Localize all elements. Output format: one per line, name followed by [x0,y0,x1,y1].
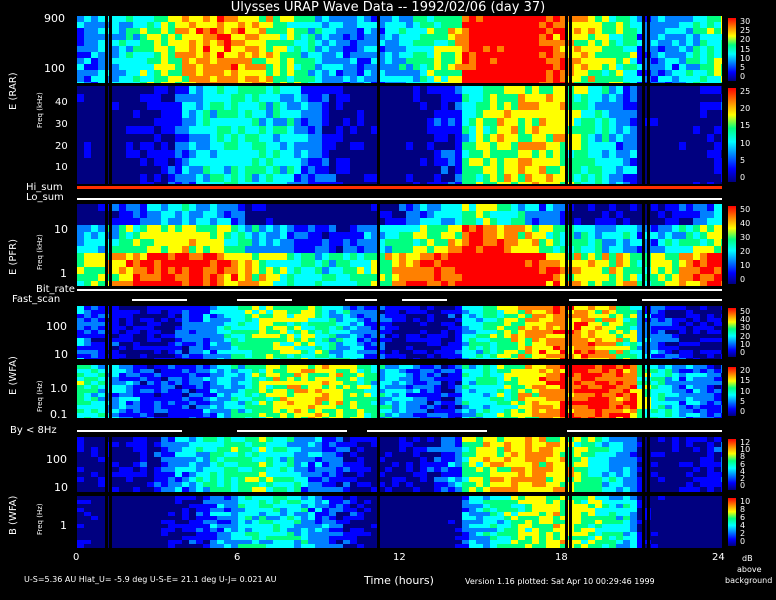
colorbar-tick: 40 [740,219,751,228]
ytick-rar-30: 30 [55,119,68,130]
unit-pfr: Freq (kHz) [36,234,44,270]
colorbar-tick: 25 [740,87,751,96]
lo-sum-bar [77,198,722,200]
colorbar-tick: 5 [740,62,746,72]
label-fast-scan: Fast_scan [12,294,61,305]
ytick-pfr-10: 10 [54,223,68,236]
colorbar-tick: 0 [740,348,746,357]
colorbar-tick: 0 [740,173,746,182]
ytick-bwfa-100: 100 [46,453,67,466]
cb-units-1: dB [742,554,753,563]
colorbar-tick: 5 [740,155,746,165]
panel-pfr [77,204,722,286]
fast-scan-bar [132,299,722,301]
footer-left: U-S=5.36 AU Hlat_U= -5.9 deg U-S-E= 21.1… [24,575,277,584]
spectrogram-bwfa-low [77,496,722,548]
colorbar-tick: 15 [740,44,751,54]
colorbar-pfr [728,206,736,284]
colorbar-tick: 20 [740,35,751,45]
unit-wfa: Freq (Hz) [36,380,44,412]
colorbar-tick: 20 [740,104,751,114]
ytick-rar-100: 100 [44,62,65,75]
ulysses-urap-plot: Ulysses URAP Wave Data -- 1992/02/06 (da… [0,0,776,600]
cb-units-3: background [725,576,773,585]
cb-units-2: above [737,565,762,574]
panel-bwfa-low [77,496,722,548]
ytick-wfa-1.0: 1.0 [50,382,68,395]
ytick-wfa-100: 100 [46,320,67,333]
ytick-rar-20: 20 [55,141,68,152]
colorbar-tick: 15 [740,121,751,131]
x-axis-label: Time (hours) [364,574,434,587]
colorbar-tick: 25 [740,26,751,36]
ylabel-rar: E (RAR) [8,72,19,110]
unit-rar: Freq (kHz) [36,92,44,128]
label-lo-sum: Lo_sum [26,192,64,203]
ylabel-wfa: E (WFA) [8,356,19,395]
footer-right: Version 1.16 plotted: Sat Apr 10 00:29:4… [465,577,655,586]
unit-bwfa: Freq (Hz) [36,503,44,535]
colorbar-tick: 15 [740,376,751,386]
bit-rate-bar [77,289,722,291]
ytick-wfa-10: 10 [54,348,68,361]
colorbar-tick: 20 [740,247,751,256]
panel-wfa [77,306,722,359]
ytick-rar-900: 900 [44,12,65,25]
plot-title: Ulysses URAP Wave Data -- 1992/02/06 (da… [230,0,546,15]
colorbar-rar [728,18,736,81]
colorbar-tick: 20 [740,366,751,375]
colorbar-wfa1 [728,308,736,357]
colorbar-tick: 5 [740,396,746,406]
xtick-12: 12 [393,552,406,563]
spectrogram-pfr [77,204,722,286]
spectrogram-rar-lin [77,86,722,184]
colorbar-tick: 0 [740,275,746,284]
spectrogram-rar [77,16,722,83]
ytick-rar-10: 10 [55,162,68,173]
colorbar-tick: 10 [740,261,751,270]
ytick-wfa-0.1: 0.1 [50,408,68,421]
xtick-24: 24 [712,552,725,563]
colorbar-tick: 0 [740,481,746,490]
xtick-0: 0 [73,552,80,563]
colorbar-bwfa2 [728,498,736,546]
panel-wfa-low [77,365,722,418]
colorbar-tick: 0 [740,407,746,416]
label-by8: By < 8Hz [10,425,57,436]
xtick-6: 6 [234,552,241,563]
ytick-bwfa-10: 10 [54,481,68,494]
colorbar-tick: 0 [740,537,746,546]
colorbar-tick: 30 [740,233,751,242]
colorbar-rar2 [728,88,736,182]
spectrogram-wfa [77,306,722,359]
xtick-18: 18 [555,552,568,563]
ytick-pfr-1: 1 [60,267,67,280]
colorbar-tick: 10 [740,138,751,148]
spectrogram-bwfa [77,437,722,492]
panel-rar-lin [77,86,722,184]
spectrogram-wfa-low [77,365,722,418]
colorbar-bwfa1 [728,439,736,490]
panel-rar [77,16,722,83]
ylabel-bwfa: B (WFA) [8,495,19,535]
ytick-rar-40: 40 [55,97,68,108]
panel-bwfa [77,437,722,492]
colorbar-tick: 10 [740,53,751,63]
colorbar-wfa2 [728,367,736,416]
colorbar-tick: 30 [740,17,751,26]
hi-sum-bar [77,186,722,189]
by8-bar [77,430,722,432]
colorbar-tick: 10 [740,386,751,396]
colorbar-tick: 50 [740,205,751,214]
colorbar-tick: 0 [740,72,746,81]
ylabel-pfr: E (PFR) [8,238,19,275]
ytick-bwfa-1: 1 [60,519,67,532]
